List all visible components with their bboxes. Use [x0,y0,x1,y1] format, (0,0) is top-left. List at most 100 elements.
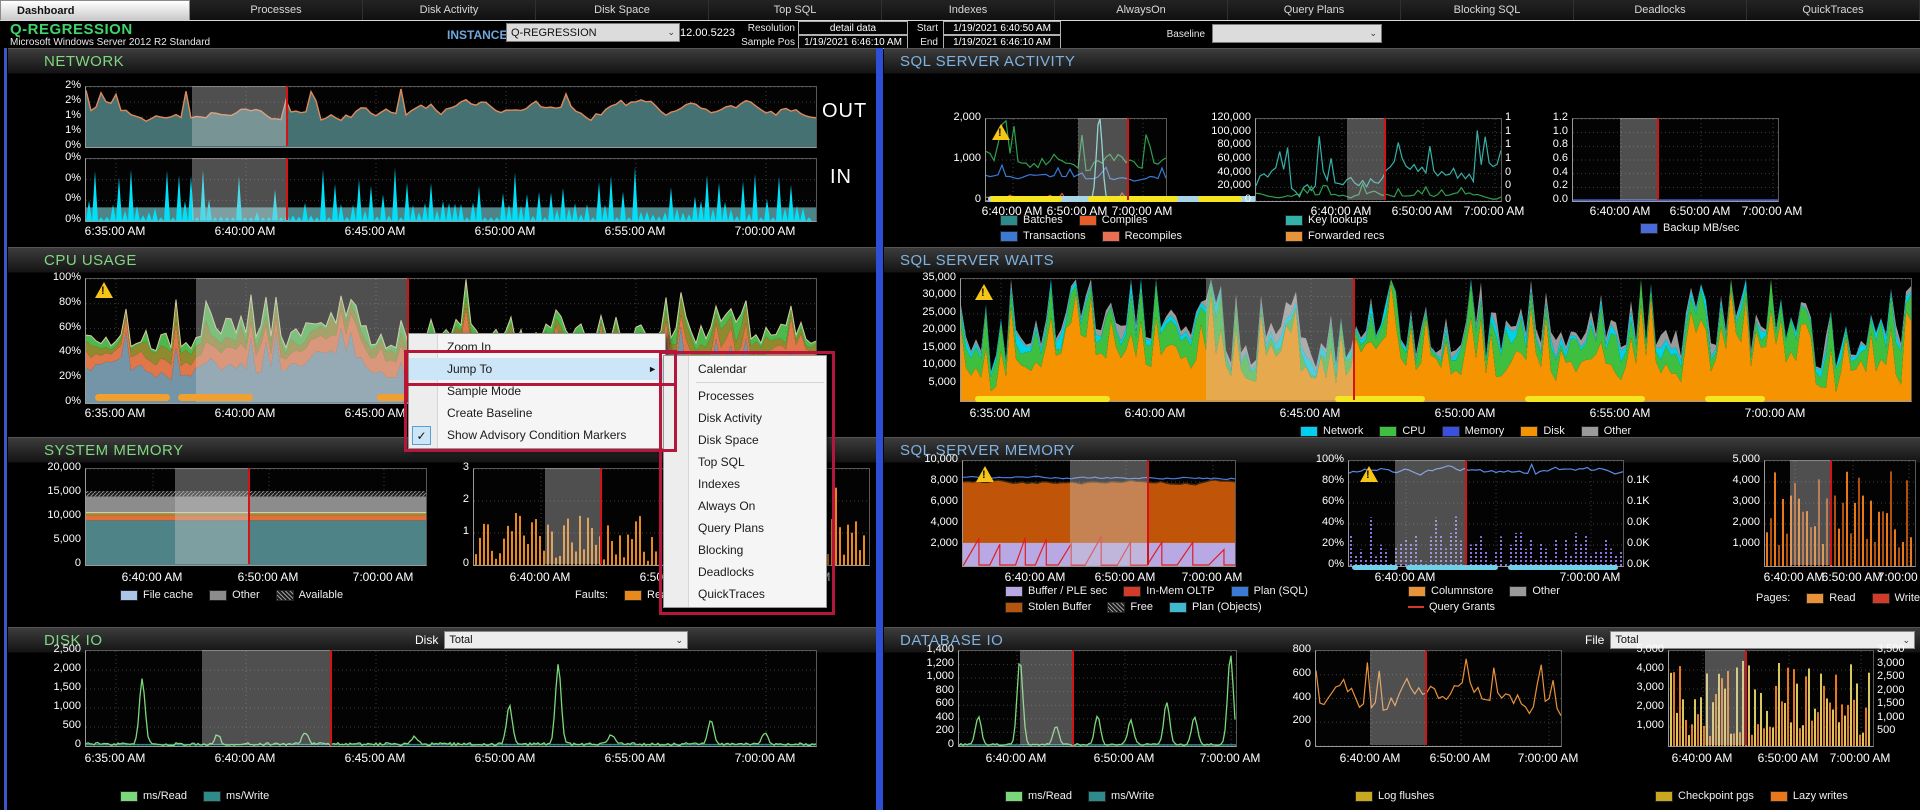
tab-disk-activity[interactable]: Disk Activity [363,0,536,20]
menu-item-label: Indexes [698,477,741,491]
selection-region [1020,650,1072,745]
right-axis-tick: 3,000 [1877,656,1905,669]
selection-region [1070,460,1147,565]
menu-item-label: Calendar [698,362,747,376]
legend-label: Pages: [1756,592,1791,604]
legend-group: File cache Other Available [120,589,343,601]
log-flushes-chart[interactable] [1315,650,1562,747]
plan-cache-chart[interactable] [1348,460,1624,567]
x-axis-label: 6:40:00 AM [1374,570,1436,584]
selection-region [196,278,407,402]
y-axis-tick: 2,000 [53,662,81,674]
y-axis-tick: 80% [58,295,81,308]
menu-item-label: QuickTraces [698,587,765,601]
menu-item-label: Blocking [698,543,744,557]
y-axis-tick: 1,000 [953,152,981,164]
tab-processes[interactable]: Processes [190,0,363,20]
backup-chart[interactable] [1572,118,1779,202]
menu-item-label: Disk Activity [698,411,763,425]
legend-label: Free [1130,601,1154,613]
tab-dashboard[interactable]: Dashboard [0,0,190,20]
legend-swatch-icon [1005,585,1023,597]
tab-disk-space[interactable]: Disk Space [536,0,709,20]
db-ms-read-chart[interactable] [958,650,1237,747]
submenu-item-disk-activity[interactable]: Disk Activity [664,407,826,429]
legend-label: File cache [143,589,194,601]
legend-item: Log flushes [1355,790,1434,802]
legend-item: ms/Write [1088,790,1154,802]
menu-item-show-advisory-condition-markers[interactable]: Show Advisory Condition Markers ✓ [409,424,665,446]
disk-io-chart[interactable] [85,650,817,747]
dashboard-screen: Dashboard Processes Disk Activity Disk Spac… [0,0,1920,810]
batches-transactions-chart[interactable] [985,118,1167,202]
x-axis-label: 7:00:00 AM [1741,204,1803,218]
x-axis-label: 6:50:00 AM [1429,751,1491,765]
selection-region [545,468,600,564]
legend-label: Other [232,589,260,601]
tab-quicktraces[interactable]: QuickTraces [1747,0,1920,20]
x-axis-label: 6:40:00 AM [121,570,183,584]
x-axis-label: 6:50:00 AM [474,224,536,238]
legend-label: Query Grants [1429,601,1496,613]
menu-item-zoom-in[interactable]: Zoom In [409,336,665,358]
sql-server-waits-chart[interactable] [960,278,1912,402]
legend-item: Transactions [1000,230,1086,242]
legend-item: Columnstore [1408,585,1493,597]
submenu-item-indexes[interactable]: Indexes [664,473,826,495]
legend-label: ms/Read [143,790,188,802]
legend-item: Network [1300,425,1363,437]
submenu-item-query-plans[interactable]: Query Plans [664,517,826,539]
network-direction-label: IN [830,166,852,188]
right-axis-tick: 0.0K [1627,516,1650,528]
submenu-item-deadlocks[interactable]: Deadlocks [664,561,826,583]
instance-dropdown[interactable]: Q-REGRESSION ⌄ [506,23,680,42]
legend-item: Disk [1520,425,1565,437]
tab-blocking-sql[interactable]: Blocking SQL [1401,0,1574,20]
y-axis-tick: 400 [1292,690,1311,703]
time-cursor [330,650,332,745]
menu-item-sample-mode[interactable]: Sample Mode [409,380,665,402]
legend-swatch-icon [1655,790,1673,802]
tab-indexes[interactable]: Indexes [882,0,1055,20]
legend-swatch-icon [1107,601,1126,613]
legend-label: Checkpoint pgs [1678,790,1754,802]
y-axis-tick: 10,000 [924,453,958,465]
y-axis-tick: 5,000 [1636,643,1664,655]
menu-item-create-baseline[interactable]: Create Baseline [409,402,665,424]
x-axis-label: 7:00:00 AM [1181,570,1243,584]
submenu-item-disk-space[interactable]: Disk Space [664,429,826,451]
submenu-item-quicktraces[interactable]: QuickTraces [664,583,826,605]
pages-chart[interactable] [1764,460,1916,567]
tab-query-plans[interactable]: Query Plans [1228,0,1401,20]
legend-item: Recompiles [1101,230,1182,242]
tab-alwayson[interactable]: AlwaysOn [1055,0,1228,20]
system-memory-chart[interactable] [85,468,427,566]
legend-swatch-icon [1123,585,1142,597]
y-axis-tick: 20% [1321,537,1344,549]
y-axis-tick: 600 [1292,666,1311,679]
tab-deadlocks[interactable]: Deadlocks [1574,0,1747,20]
submenu-item-calendar[interactable]: Calendar [664,358,826,380]
time-cursor [1745,650,1747,745]
menu-item-jump-to[interactable]: Jump To ► [409,358,665,380]
y-axis-tick: 1,000 [926,670,954,683]
x-axis-label: 6:40:00 AM [214,751,276,765]
submenu-item-top-sql[interactable]: Top SQL [664,451,826,473]
right-axis-tick: 500 [1877,724,1896,737]
x-axis-label: 7:00:00 AM [1517,751,1579,765]
y-axis-tick: 6,000 [930,495,958,507]
submenu-item-always-on[interactable]: Always On [664,495,826,517]
baseline-dropdown[interactable]: ⌄ [1212,24,1382,43]
legend-swatch-icon [1285,230,1303,242]
y-axis-tick: 1.0 [1552,124,1568,137]
advisory-marker [1088,196,1178,202]
y-axis-tick: 60% [58,320,81,333]
legend-item: Read [1806,592,1856,604]
submenu-item-processes[interactable]: Processes [664,385,826,407]
x-axis-label: 6:50:00 AM [474,751,536,765]
checkpoint-chart[interactable] [1668,650,1874,747]
tab-top-sql[interactable]: Top SQL [709,0,882,20]
legend-swatch-icon [1580,425,1599,437]
submenu-item-blocking[interactable]: Blocking [664,539,826,561]
legend-item: Pages: [1756,592,1790,604]
